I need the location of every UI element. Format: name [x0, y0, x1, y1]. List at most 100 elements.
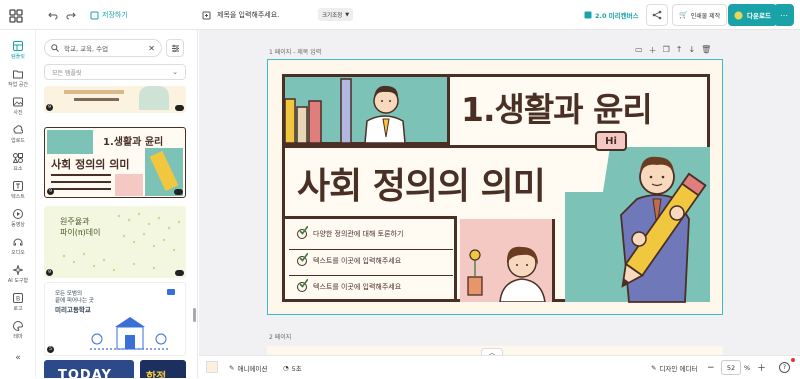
clear-search-icon[interactable]: ✕ — [148, 44, 155, 53]
print-order-button[interactable]: 🛒 인쇄물 제작 — [672, 4, 728, 26]
pencil-icon: ✎ — [229, 363, 235, 372]
video-icon — [13, 208, 23, 219]
page-memo-icon[interactable]: ▭ — [635, 45, 643, 56]
nav-photo[interactable]: 사진 — [0, 92, 36, 120]
background-color-swatch[interactable] — [206, 361, 218, 373]
text-icon — [13, 180, 23, 191]
list-item[interactable]: 텍스트를 이곳에 입력해주세요 — [289, 275, 453, 297]
page-count-badge: 9 — [47, 188, 54, 195]
move-up-icon[interactable]: ↑ — [676, 45, 683, 56]
move-down-icon[interactable]: ↓ — [688, 45, 695, 56]
title-input[interactable]: 제목을 입력해주세요. — [202, 0, 279, 30]
redo-icon[interactable] — [66, 0, 76, 30]
elements-icon — [13, 152, 23, 163]
add-page-icon[interactable]: ＋ — [649, 45, 657, 56]
teacher-illustration — [284, 78, 406, 144]
help-button[interactable]: ? — [779, 362, 790, 373]
template-panel: 학교, 교육, 수업 ✕ 모든 템플릿 ⌄ 9 1.생활과 윤리 사회 정의의 … — [36, 30, 198, 378]
premium-badge-icon — [174, 189, 183, 195]
slide-frame: 1.생활과 윤리 사회 정의의 의미 Hi 다양한 정의관에 대해 토론하기 텍… — [282, 74, 710, 303]
palette-icon — [13, 320, 23, 331]
animation-button[interactable]: ✎ 애니메이션 — [229, 356, 267, 379]
template-thumbnail[interactable]: 9 — [44, 86, 186, 113]
nav-upload[interactable]: 업로드 — [0, 120, 36, 148]
upload-icon — [13, 124, 23, 133]
zoom-out-button[interactable]: − — [707, 356, 715, 379]
app-logo-icon[interactable] — [9, 8, 23, 23]
premium-badge-icon — [175, 270, 184, 276]
template-thumbnail[interactable]: 모든 모범의 끝에 피어나는 곳 미리고등학교 5 — [44, 282, 186, 356]
list-item[interactable]: 다양한 정의관에 대해 토론하기 — [289, 223, 453, 245]
nav-logo[interactable]: B 로고 — [0, 288, 36, 316]
nav-video[interactable]: 동영상 — [0, 204, 36, 232]
design-editor-button[interactable]: ✎ 디자인 에디터 — [651, 356, 697, 379]
template-thumbnail[interactable]: 원주율과 파이(π)데이 9 — [44, 206, 186, 278]
minus-icon: − — [707, 362, 715, 373]
logo-icon: B — [13, 292, 23, 303]
premium-badge-icon — [175, 105, 184, 111]
download-icon — [734, 11, 743, 19]
photo-icon — [13, 97, 23, 106]
divider — [285, 145, 603, 148]
template-thumbnail[interactable]: TODAY — [44, 360, 134, 378]
expand-bottom-panel-button[interactable]: ︿ — [481, 348, 503, 355]
nav-audio[interactable]: 오디오 — [0, 232, 36, 260]
pencil-icon: ✎ — [651, 363, 657, 372]
copy-page-icon[interactable]: ❐ — [663, 45, 670, 56]
slide-title[interactable]: 1.생활과 윤리 — [461, 83, 653, 131]
slide-subtitle[interactable]: 사회 정의의 의미 — [297, 157, 546, 209]
collapse-nav-button[interactable]: « — [0, 350, 36, 366]
size-adjust-button[interactable]: 크기조정 ▼ — [318, 8, 354, 21]
category-dropdown[interactable]: 모든 템플릿 ⌄ — [44, 64, 186, 80]
share-button[interactable] — [646, 4, 668, 26]
left-nav: 템플릿 작업 공간 사진 업로드 요소 텍스트 동영상 오디오 AI 도구함 B… — [0, 30, 36, 378]
canvas-icon — [584, 11, 592, 19]
nav-theme[interactable]: 테마 — [0, 316, 36, 344]
page-count-badge: 9 — [46, 269, 53, 276]
template-icon — [13, 40, 23, 51]
teacher-illustration-box — [284, 77, 450, 145]
chevron-down-icon: ⌄ — [172, 68, 178, 76]
filter-button[interactable] — [166, 39, 184, 57]
top-bar: 저장하기 제목을 입력해주세요. 크기조정 ▼ 2.0 미리캔버스 🛒 인쇄물 … — [0, 0, 800, 30]
timer-icon: ◔ — [283, 363, 289, 372]
page-2-label[interactable]: 2 페이지 — [269, 332, 291, 341]
download-button[interactable]: 다운로드 — [728, 4, 777, 26]
undo-icon[interactable] — [48, 0, 58, 30]
page-count-badge: 9 — [46, 104, 53, 111]
page-1-canvas[interactable]: 1.생활과 윤리 사회 정의의 의미 Hi 다양한 정의관에 대해 토론하기 텍… — [267, 59, 723, 315]
zoom-unit: % — [744, 363, 751, 372]
notification-dot — [791, 358, 795, 362]
nav-ai-tools[interactable]: AI 도구함 — [0, 260, 36, 288]
panel-resize-handle[interactable] — [193, 308, 196, 322]
duration-button[interactable]: ◔ 5초 — [283, 356, 302, 379]
template-thumbnail[interactable]: 한정 — [140, 360, 186, 378]
list-item[interactable]: 텍스트를 이곳에 입력해주세요 — [289, 249, 453, 271]
canvas-version-link[interactable]: 2.0 미리캔버스 — [584, 0, 639, 30]
save-icon — [90, 11, 99, 19]
zoom-input[interactable]: 52 — [721, 360, 741, 375]
nav-text[interactable]: 텍스트 — [0, 176, 36, 204]
page-toolbar: ▭ ＋ ❐ ↑ ↓ 🗑 — [635, 45, 711, 56]
folder-icon — [13, 70, 23, 78]
school-illustration — [90, 317, 170, 350]
checkmark-icon — [297, 278, 308, 292]
nav-template[interactable]: 템플릿 — [0, 36, 36, 64]
zoom-in-button[interactable]: ＋ — [757, 356, 766, 379]
save-button[interactable]: 저장하기 — [90, 0, 128, 30]
more-options-button[interactable]: ⋯ — [774, 4, 794, 26]
question-icon: ? — [782, 364, 787, 371]
nav-workspace[interactable]: 작업 공간 — [0, 64, 36, 92]
chevron-down-icon: ▼ — [345, 11, 350, 18]
nav-elements[interactable]: 요소 — [0, 148, 36, 176]
plus-icon: ＋ — [757, 364, 767, 374]
checkmark-icon — [297, 226, 308, 239]
search-input[interactable]: 학교, 교육, 수업 ✕ — [44, 39, 162, 57]
student-illustration — [467, 246, 546, 303]
template-thumbnail[interactable]: 1.생활과 윤리 사회 정의의 의미 9 — [44, 127, 186, 198]
chevron-up-icon: ︿ — [488, 349, 495, 356]
page-1-label[interactable]: 1 페이지 - 제목 입력 — [269, 47, 321, 56]
delete-page-icon[interactable]: 🗑 — [701, 45, 711, 56]
search-icon — [51, 44, 59, 52]
share-icon — [652, 10, 662, 20]
